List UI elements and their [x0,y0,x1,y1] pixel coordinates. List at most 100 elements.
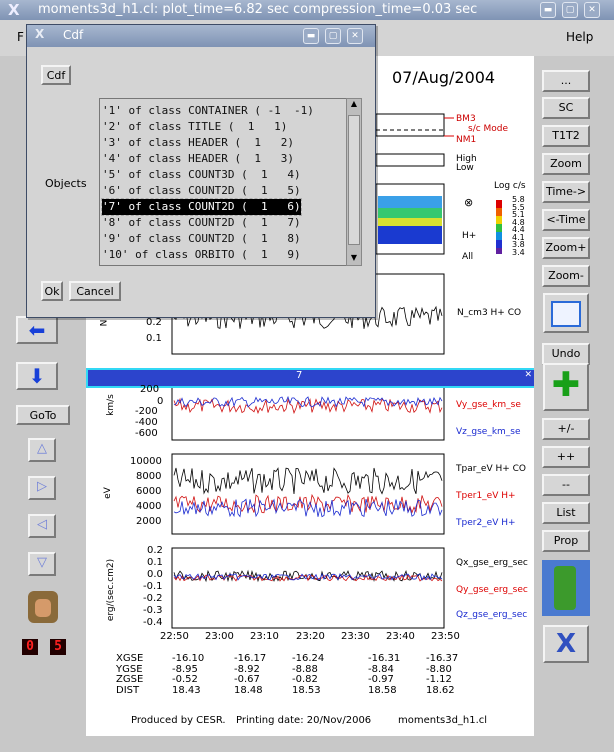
ytick: -600 [135,428,158,439]
maximize-icon[interactable]: ▢ [325,28,341,44]
window-titlebar: X moments3d_h1.cl: plot_time=6.82 sec co… [0,0,614,21]
list-item-selected[interactable]: '7' of class COUNT2D ( 1 6) [101,198,302,216]
list-item[interactable]: '10' of class ORBITO ( 1 9) [102,247,301,263]
footer-produced: Produced by CESR. [131,715,226,726]
x11-logo-icon: X [35,27,45,41]
nav-right-button[interactable]: ▷ [28,476,56,500]
cdf-button[interactable]: Cdf [41,65,71,85]
list-item[interactable]: '1' of class CONTAINER ( -1 -1) [102,103,314,119]
more-button[interactable]: ... [542,70,590,92]
temperature-trace-par [173,467,443,495]
undo-button[interactable]: Undo [542,343,590,365]
decrease-button[interactable]: -- [542,474,590,496]
nav-left-button[interactable]: ◁ [28,514,56,538]
caret-left-icon: ◁ [37,517,47,532]
list-item[interactable]: '9' of class COUNT2D ( 1 8) [102,231,301,247]
ytick: 0.2 [147,545,163,556]
energy-label: Low [456,163,474,173]
menu-help[interactable]: Help [566,30,593,44]
ephemeris-value: 18.53 [292,684,321,696]
sc-button[interactable]: SC [542,97,590,119]
zoom-in-button[interactable]: Zoom+ [542,237,590,259]
temperature-legend-per2: Tper2_eV H+ [456,518,516,528]
scrollbar-thumb[interactable] [348,115,360,245]
ok-button[interactable]: Ok [41,281,63,301]
heatflux-ylabel: erg/(sec.cm2) [106,558,117,622]
footer-file: moments3d_h1.cl [398,715,488,726]
minimize-icon[interactable]: ▬ [303,28,319,44]
ephemeris-value: -16.24 [292,653,325,664]
heatflux-legend-z: Qz_gse_erg_sec [456,610,528,620]
ytick: 0.1 [146,333,162,344]
menu-file[interactable]: F [17,30,24,44]
ytick: -200 [135,406,158,417]
list-item[interactable]: '6' of class COUNT2D ( 1 5) [102,183,301,199]
list-item[interactable]: '2' of class TITLE ( 1 1) [102,119,287,135]
window-button[interactable] [543,293,589,333]
time-back-button[interactable]: <-Time [542,209,590,231]
colorbar-tick: 3.4 [512,247,525,257]
list-item[interactable]: '3' of class HEADER ( 1 2) [102,135,294,151]
time-forward-button[interactable]: Time-> [542,181,590,203]
spectrogram-label: ⊗ [464,196,474,209]
mode-label: NM1 [456,135,477,145]
scroll-up-icon[interactable]: ▲ [348,99,360,111]
nav-down-button[interactable]: ▽ [28,552,56,576]
heatflux-legend-x: Qx_gse_erg_sec [456,558,528,568]
prop-button[interactable]: Prop [542,530,590,552]
list-item[interactable]: '4' of class HEADER ( 1 3) [102,151,294,167]
exit-button[interactable]: X [543,625,589,663]
list-button[interactable]: List [542,502,590,524]
velocity-ylabel: km/s [105,394,116,416]
t1t2-button[interactable]: T1T2 [542,125,590,147]
scroll-down-icon[interactable]: ▼ [348,253,360,265]
ytick: 0.1 [147,557,163,568]
zoom-out-button[interactable]: Zoom- [542,265,590,287]
ephemeris-label: ZGSE [116,674,144,685]
xtick: 22:50 [160,631,189,642]
doom-marine-icon[interactable] [542,560,590,616]
arrow-left-icon: ⬅ [28,318,46,342]
ytick: -0.2 [143,593,163,604]
listbox-scrollbar[interactable]: ▲ ▼ [346,98,362,266]
face-avatar-icon[interactable] [28,591,58,623]
ytick: -400 [135,417,158,428]
colorbar-title: Log c/s [494,181,526,191]
velocity-panel [171,385,445,441]
mode-label: BM3 [456,114,476,124]
plus-minus-button[interactable]: +/- [542,418,590,440]
ytick: -0.1 [143,581,163,592]
ephemeris-value: 18.48 [234,684,263,696]
colorbar-ticks: 5.8 5.5 5.1 4.8 4.4 4.1 3.8 3.4 [512,196,525,256]
dialog-title: Cdf [63,28,84,42]
nav-up-button[interactable]: △ [28,438,56,462]
list-item[interactable]: '5' of class COUNT3D ( 1 4) [102,167,301,183]
minimize-icon[interactable]: ▬ [540,2,556,18]
strip-close-icon[interactable]: ✕ [524,370,532,380]
cancel-button[interactable]: Cancel [69,281,121,301]
zoom-button[interactable]: Zoom [542,153,590,175]
maximize-icon[interactable]: ▢ [562,2,578,18]
ytick: 2000 [136,516,162,527]
previous-panel-button[interactable]: ⬅ [16,316,58,344]
xtick: 23:10 [250,631,279,642]
close-icon[interactable]: ✕ [584,2,600,18]
temperature-legend-par: Tpar_eV H+ CO [456,464,527,474]
spectrogram-panel [375,183,445,255]
ephemeris-label: DIST [116,684,140,696]
footer-date: Printing date: 20/Nov/2006 [236,715,372,726]
heatflux-legend-y: Qy_gse_erg_sec [456,585,528,595]
counter-digit: 0 [22,639,38,655]
next-panel-button[interactable]: ⬇ [16,362,58,390]
goto-button[interactable]: GoTo [16,405,70,425]
increase-button[interactable]: ++ [542,446,590,468]
ephemeris-label: XGSE [116,653,144,664]
list-item[interactable]: '8' of class COUNT2D ( 1 7) [102,215,301,231]
add-panel-button[interactable]: ✚ [543,363,589,411]
ephemeris-value: -16.31 [368,653,401,664]
objects-listbox[interactable]: '1' of class CONTAINER ( -1 -1) '2' of c… [99,98,349,266]
ytick: 0.2 [146,317,162,328]
colorbar [496,200,502,254]
close-icon[interactable]: ✕ [347,28,363,44]
objects-label: Objects [45,177,87,190]
